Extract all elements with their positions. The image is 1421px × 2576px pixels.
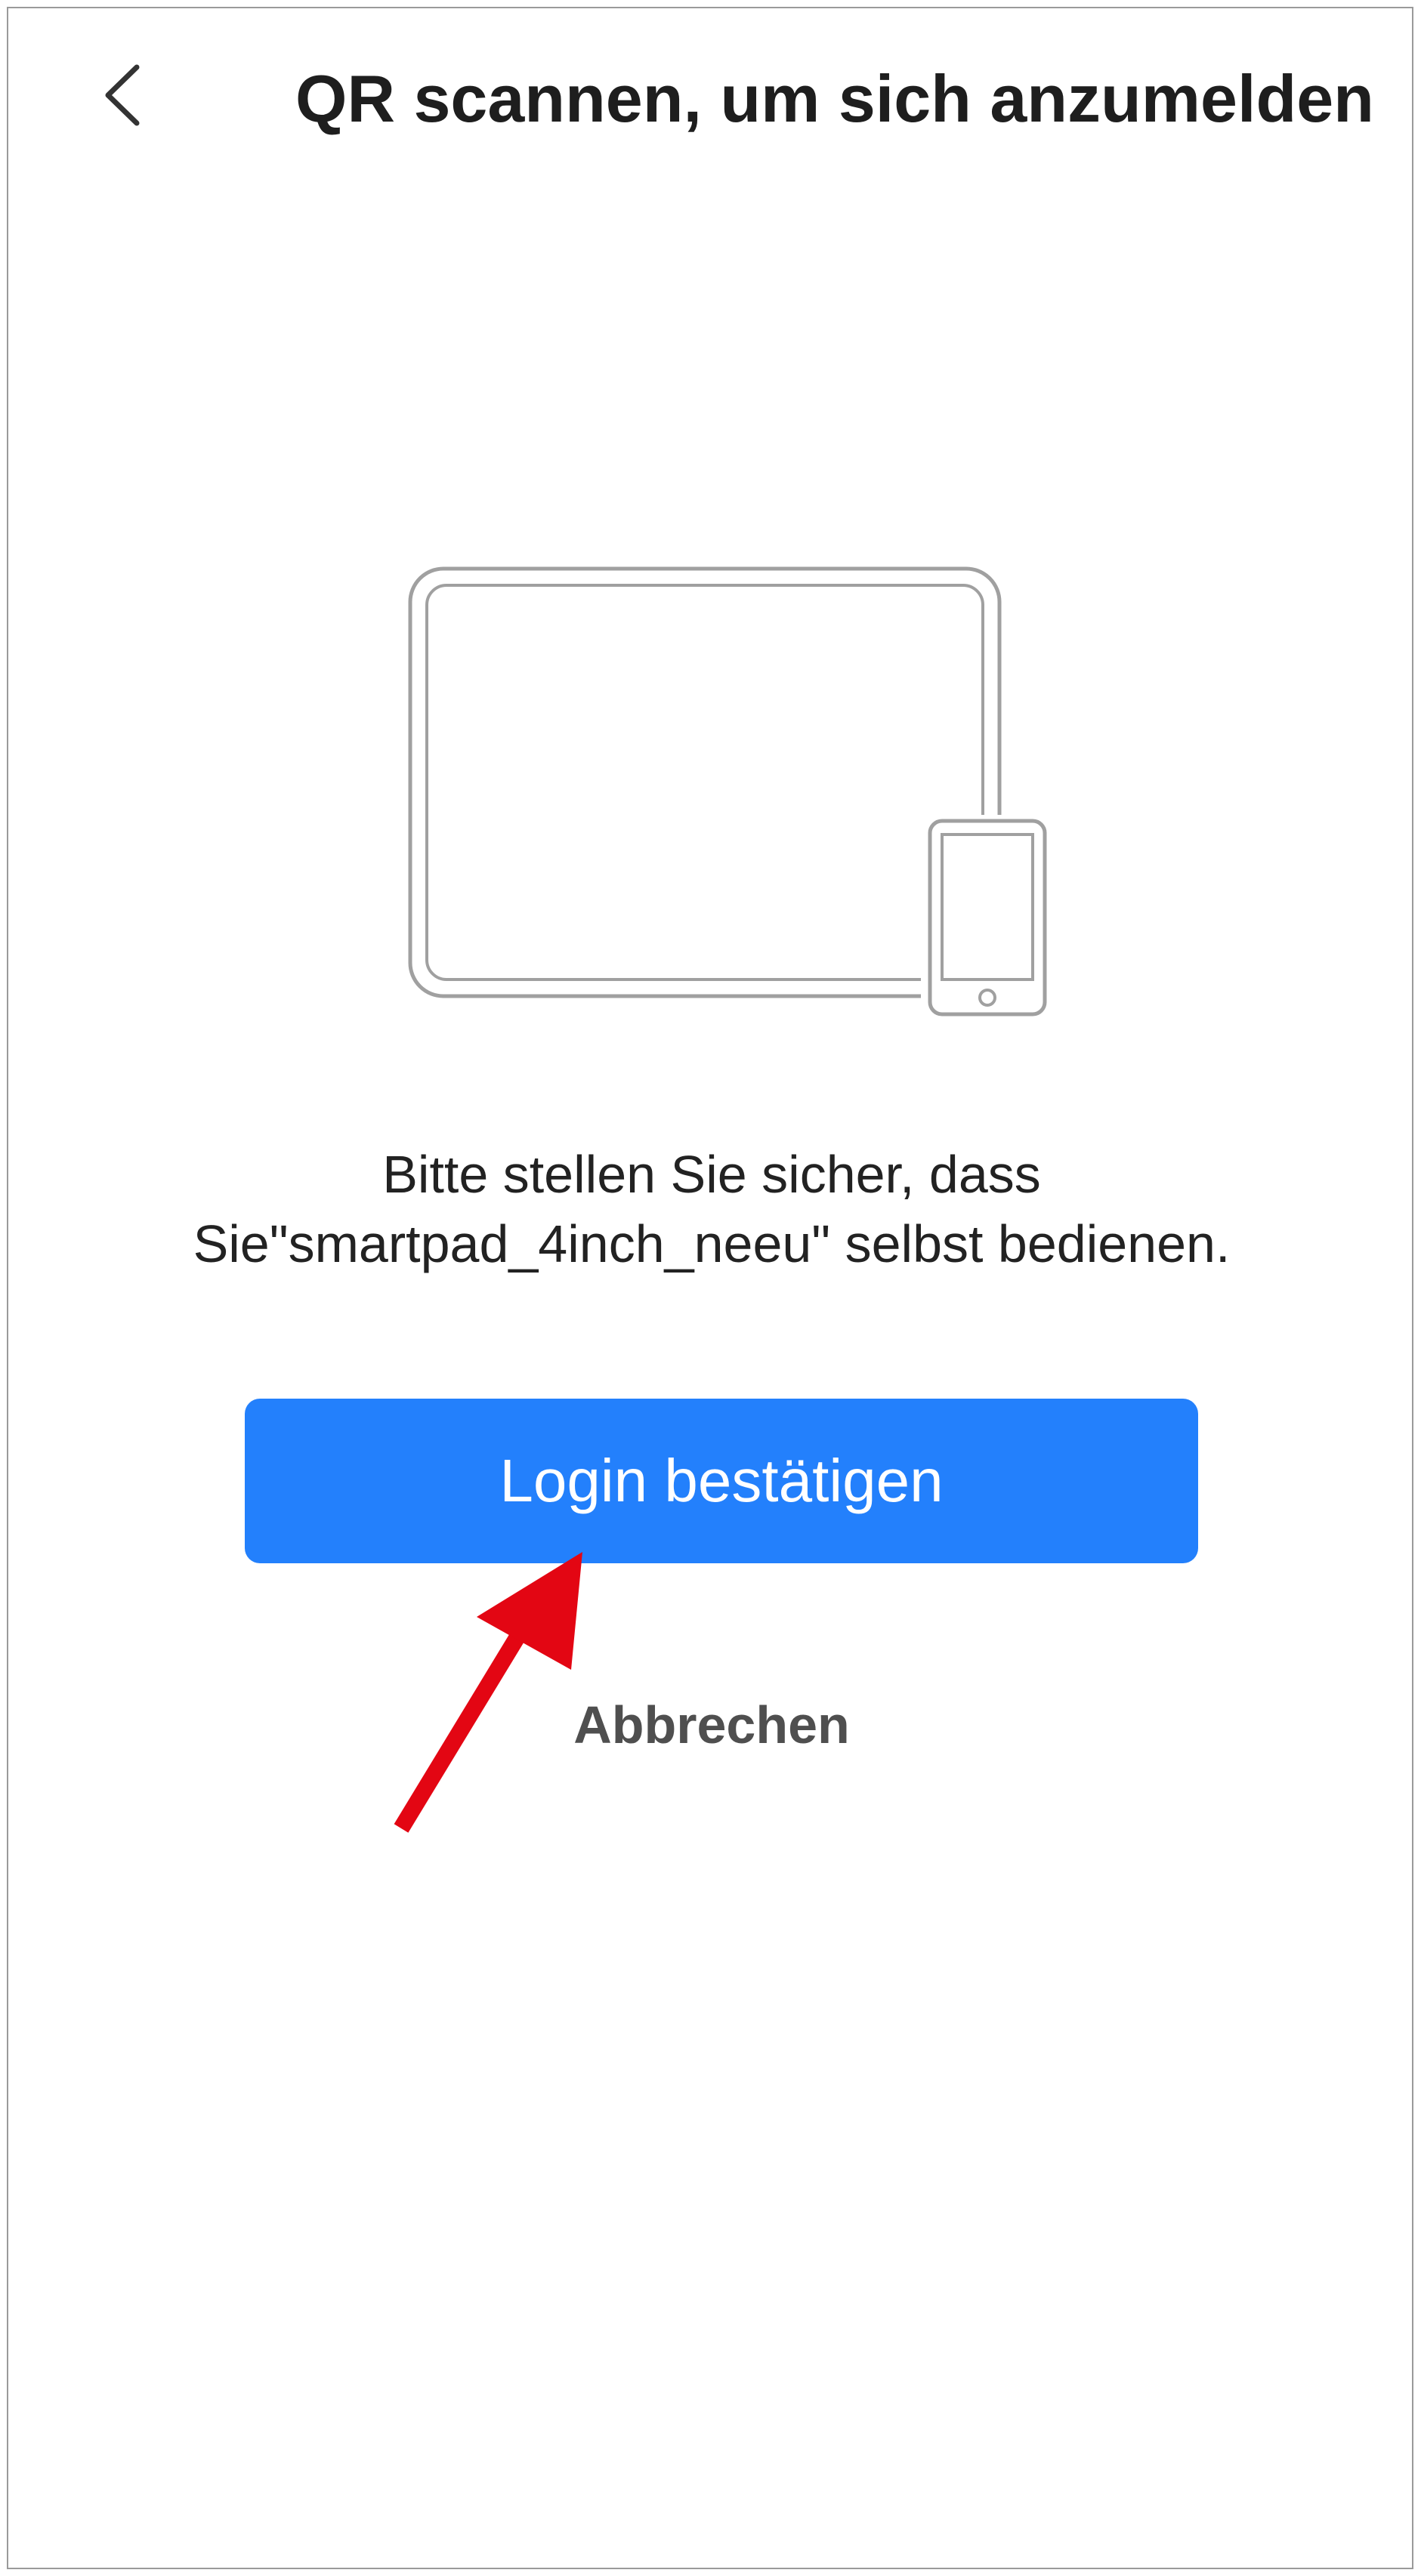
tablet-and-phone-icon [408, 566, 1048, 1017]
tablet-and-phone-illustration [401, 560, 1058, 1028]
back-button[interactable] [90, 54, 158, 137]
login-confirmation-screen: QR scannen, um sich anzumelden Bitte ste… [7, 7, 1413, 2569]
cancel-button[interactable]: Abbrechen [8, 1691, 1412, 1759]
confirmation-message: Bitte stellen Sie sicher, dass Sie"smart… [8, 1140, 1412, 1279]
page-title: QR scannen, um sich anzumelden [295, 61, 1374, 136]
chevron-left-icon [105, 64, 140, 126]
red-arrow-annotation [378, 1534, 605, 1851]
message-line-2: Sie"smartpad_4inch_neeu" selbst bedienen… [193, 1214, 1231, 1273]
red-arrow-icon [394, 1552, 582, 1833]
message-line-1: Bitte stellen Sie sicher, dass [382, 1145, 1041, 1204]
